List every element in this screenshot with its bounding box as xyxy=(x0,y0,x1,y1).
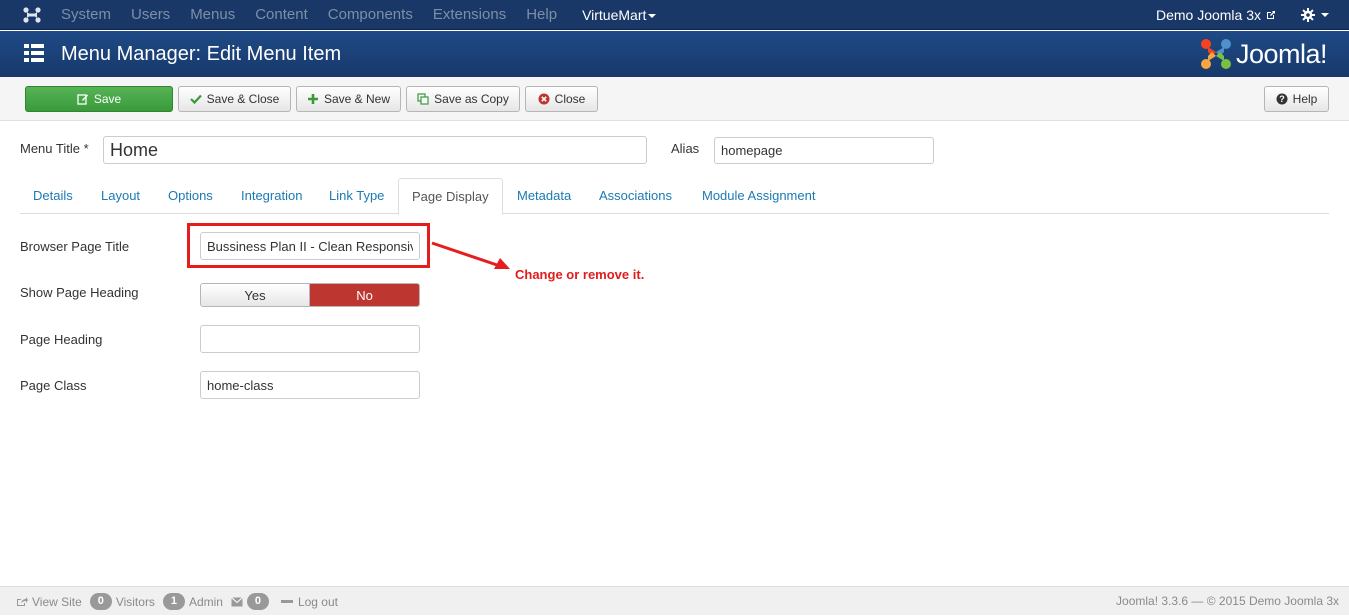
visitors-label: Visitors xyxy=(115,594,155,609)
plus-icon xyxy=(307,94,318,104)
status-links: View Site 0 Visitors 1 Admin 0 Log out xyxy=(16,587,346,616)
show-heading-label: Show Page Heading xyxy=(20,285,139,300)
share-icon xyxy=(17,597,28,606)
admin-count-badge: 1 xyxy=(162,593,185,610)
view-site-label: View Site xyxy=(32,594,82,609)
tab-bar: Details Layout Options Integration Link … xyxy=(20,178,1329,215)
top-navbar: System Users Menus Content Components Ex… xyxy=(0,0,1349,30)
joomla-logo-icon xyxy=(1200,39,1231,69)
tab-module-assignment[interactable]: Module Assignment xyxy=(689,178,828,214)
view-site-link[interactable]: View Site xyxy=(16,595,82,609)
close-circle-icon xyxy=(538,93,550,105)
alias-label: Alias xyxy=(671,141,700,156)
yes-option[interactable]: Yes xyxy=(201,284,310,306)
highlight-box xyxy=(187,223,430,268)
status-bar: View Site 0 Visitors 1 Admin 0 Log out J… xyxy=(0,586,1349,615)
tab-associations[interactable]: Associations xyxy=(586,178,685,214)
edit-icon xyxy=(77,94,88,105)
page-heading-label: Page Heading xyxy=(20,332,103,347)
admin-link[interactable]: 1 Admin xyxy=(162,593,223,610)
messages-count-badge: 0 xyxy=(246,593,269,610)
chevron-down-icon xyxy=(648,14,657,19)
save-new-label: Save & New xyxy=(323,92,391,106)
show-heading-toggle: Yes No xyxy=(200,283,420,307)
page-class-input[interactable] xyxy=(200,371,420,399)
list-icon xyxy=(24,44,44,62)
help-label: Help xyxy=(1292,92,1318,106)
logout-link[interactable]: Log out xyxy=(280,594,338,609)
page-heading-input[interactable] xyxy=(200,325,420,353)
minus-icon xyxy=(280,599,293,603)
settings-dropdown[interactable] xyxy=(1301,8,1329,22)
main-menu: System Users Menus Content Components Ex… xyxy=(61,0,676,30)
save-close-button[interactable]: Save & Close xyxy=(178,86,291,112)
brand-name: Joomla! xyxy=(1235,38,1328,69)
tab-layout[interactable]: Layout xyxy=(88,178,153,214)
admin-label: Admin xyxy=(188,594,223,609)
gear-icon xyxy=(1301,8,1315,22)
joomla-logo-icon[interactable] xyxy=(22,6,42,24)
browser-title-label: Browser Page Title xyxy=(20,239,130,254)
menu-title-label: Menu Title * xyxy=(20,141,89,156)
menu-virtuemart[interactable]: VirtueMart xyxy=(582,0,657,30)
menu-system[interactable]: System xyxy=(61,0,111,30)
menu-virtuemart-label: VirtueMart xyxy=(582,7,647,23)
tab-integration[interactable]: Integration xyxy=(228,178,315,214)
menu-components[interactable]: Components xyxy=(328,0,413,30)
save-new-button[interactable]: Save & New xyxy=(296,86,401,112)
page-class-label: Page Class xyxy=(20,378,87,393)
site-name: Demo Joomla 3x xyxy=(1155,7,1261,23)
page-header: Menu Manager: Edit Menu Item Joomla! xyxy=(0,31,1349,77)
copy-icon xyxy=(417,93,429,105)
help-button[interactable]: ? Help xyxy=(1264,86,1329,112)
annotation-arrow-icon xyxy=(431,241,510,269)
svg-text:?: ? xyxy=(1279,94,1285,104)
annotation-note: Change or remove it. xyxy=(515,267,645,282)
joomla-brand: Joomla! xyxy=(1200,36,1328,72)
visitors-link[interactable]: 0 Visitors xyxy=(89,593,155,610)
tab-options[interactable]: Options xyxy=(155,178,226,214)
menu-users[interactable]: Users xyxy=(131,0,170,30)
alias-input[interactable] xyxy=(714,137,934,164)
tab-metadata[interactable]: Metadata xyxy=(504,178,584,214)
navbar-right: Demo Joomla 3x xyxy=(1156,0,1329,30)
messages-link[interactable]: 0 xyxy=(231,593,273,610)
close-label: Close xyxy=(554,92,586,106)
check-icon xyxy=(189,94,202,105)
visitors-count-badge: 0 xyxy=(89,593,112,610)
logout-label: Log out xyxy=(297,594,338,609)
save-copy-label: Save as Copy xyxy=(434,92,509,106)
menu-help[interactable]: Help xyxy=(526,0,557,30)
close-button[interactable]: Close xyxy=(525,86,598,112)
save-close-label: Save & Close xyxy=(206,92,280,106)
version-info: Joomla! 3.3.6 — © 2015 Demo Joomla 3x xyxy=(1116,594,1339,608)
save-button[interactable]: Save xyxy=(25,86,173,112)
menu-content[interactable]: Content xyxy=(255,0,308,30)
save-copy-button[interactable]: Save as Copy xyxy=(406,86,520,112)
question-icon: ? xyxy=(1276,93,1288,105)
site-link[interactable]: Demo Joomla 3x xyxy=(1156,7,1277,23)
tab-details[interactable]: Details xyxy=(20,178,86,214)
save-label: Save xyxy=(93,92,122,106)
no-option[interactable]: No xyxy=(310,284,419,306)
toolbar: Save Save & Close Save & New Save as Cop… xyxy=(0,77,1349,121)
envelope-icon xyxy=(231,596,243,606)
tab-link-type[interactable]: Link Type xyxy=(316,178,397,214)
menu-extensions[interactable]: Extensions xyxy=(433,0,506,30)
menu-menus[interactable]: Menus xyxy=(190,0,235,30)
external-link-icon xyxy=(1267,11,1275,19)
page-title: Menu Manager: Edit Menu Item xyxy=(61,43,342,65)
menu-title-input[interactable] xyxy=(103,136,647,164)
chevron-down-icon xyxy=(1321,13,1329,17)
tab-page-display[interactable]: Page Display xyxy=(398,178,503,215)
